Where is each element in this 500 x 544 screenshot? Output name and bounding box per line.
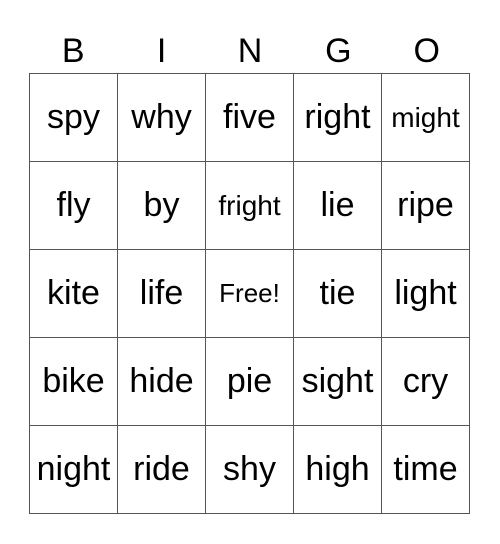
bingo-cell[interactable]: why — [117, 73, 206, 162]
grid-row: night ride shy high time — [29, 425, 470, 514]
bingo-cell[interactable]: tie — [293, 249, 382, 338]
bingo-cell[interactable]: spy — [29, 73, 118, 162]
bingo-cell[interactable]: ripe — [381, 161, 470, 250]
bingo-cell[interactable]: lie — [293, 161, 382, 250]
bingo-header: B I N G O — [29, 30, 471, 72]
header-letter-n: N — [237, 32, 263, 70]
bingo-cell[interactable]: kite — [29, 249, 118, 338]
bingo-cell[interactable]: time — [381, 425, 470, 514]
header-letter-i: I — [156, 32, 167, 70]
grid-row: spy why five right might — [29, 73, 470, 162]
bingo-cell[interactable]: fly — [29, 161, 118, 250]
bingo-cell[interactable]: night — [29, 425, 118, 514]
header-letter-g: G — [325, 32, 352, 70]
bingo-cell[interactable]: five — [205, 73, 294, 162]
bingo-cell[interactable]: might — [381, 73, 470, 162]
free-space-cell[interactable]: Free! — [205, 249, 294, 338]
grid-row: kite life Free! tie light — [29, 249, 470, 338]
bingo-cell[interactable]: by — [117, 161, 206, 250]
bingo-grid: spy why five right might fly by fright l… — [29, 73, 470, 514]
bingo-cell[interactable]: bike — [29, 337, 118, 426]
bingo-cell[interactable]: light — [381, 249, 470, 338]
bingo-cell[interactable]: shy — [205, 425, 294, 514]
bingo-cell[interactable]: cry — [381, 337, 470, 426]
bingo-cell[interactable]: life — [117, 249, 206, 338]
header-letter-b: B — [61, 32, 85, 70]
grid-row: bike hide pie sight cry — [29, 337, 470, 426]
grid-row: fly by fright lie ripe — [29, 161, 470, 250]
bingo-cell[interactable]: right — [293, 73, 382, 162]
bingo-cell[interactable]: sight — [293, 337, 382, 426]
header-letter-o: O — [413, 32, 440, 70]
bingo-cell[interactable]: ride — [117, 425, 206, 514]
bingo-cell[interactable]: fright — [205, 161, 294, 250]
bingo-cell[interactable]: hide — [117, 337, 206, 426]
bingo-cell[interactable]: pie — [205, 337, 294, 426]
bingo-cell[interactable]: high — [293, 425, 382, 514]
